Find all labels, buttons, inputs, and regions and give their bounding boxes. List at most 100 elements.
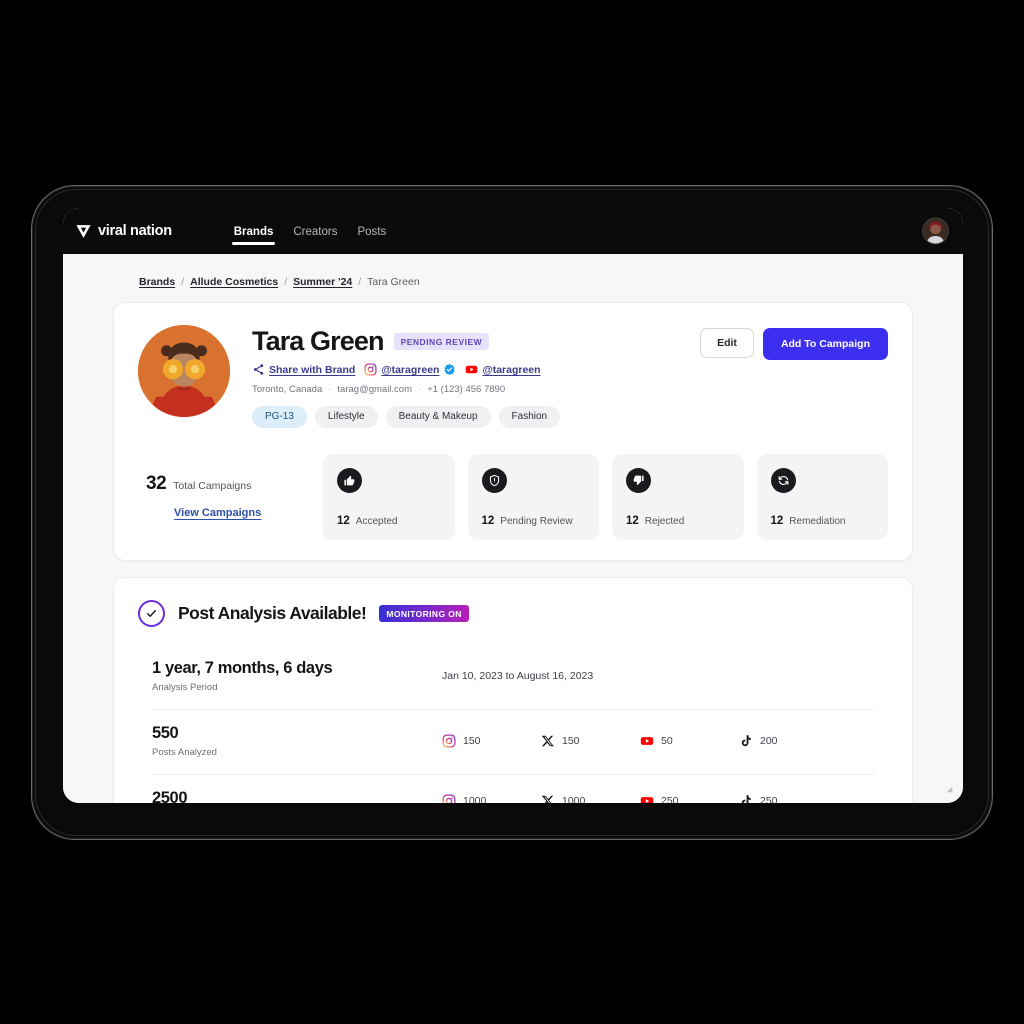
creator-profile-card: Tara Green PENDING REVIEW Share with Bra…: [113, 302, 913, 562]
edit-button[interactable]: Edit: [700, 328, 754, 358]
analysis-period-value: 1 year, 7 months, 6 days: [152, 659, 333, 678]
analysis-row-left: 1 year, 7 months, 6 days Analysis Period: [152, 659, 442, 693]
tablet-device-frame: viral nation Brands Creators Posts Brand…: [31, 185, 993, 840]
nav-tabs: Brands Creators Posts: [231, 208, 386, 254]
thumbs-up-icon: [344, 475, 355, 486]
user-avatar-image: [923, 218, 948, 244]
stat-bottom: 12 Pending Review: [482, 515, 586, 527]
analysis-date-range: Jan 10, 2023 to August 16, 2023: [442, 670, 594, 683]
profile-info: Tara Green PENDING REVIEW Share with Bra…: [252, 325, 678, 429]
stat-label-remediation: Remediation: [789, 516, 846, 528]
platform-x-twitter: 150: [541, 734, 640, 748]
meta-separator: ·: [418, 384, 422, 396]
profile-actions: Edit Add To Campaign: [700, 325, 888, 428]
stat-icon-wrap: [337, 468, 362, 494]
platform-tiktok: 200: [739, 734, 838, 748]
stat-count-remediation: 12: [770, 515, 784, 528]
meta-separator: ·: [328, 384, 332, 396]
brand-logo[interactable]: viral nation: [75, 223, 172, 240]
post-analysis-header: Post Analysis Available! MONITORING ON: [138, 600, 888, 628]
user-avatar[interactable]: [922, 217, 949, 245]
social-links-row: Share with Brand @taragreen @taragreen: [252, 363, 678, 376]
total-campaigns-count: 32: [146, 473, 167, 495]
posts-analyzed-value: 550: [152, 724, 179, 743]
x-twitter-icon: [541, 736, 554, 747]
stat-bottom: 12 Rejected: [626, 515, 730, 527]
stat-count-rejected: 12: [626, 515, 639, 528]
engagements-value: 2500: [152, 789, 188, 803]
share-with-brand-label: Share with Brand: [269, 363, 356, 376]
platform-count-x: 1000: [562, 794, 586, 803]
share-with-brand-link[interactable]: Share with Brand: [252, 363, 355, 376]
platform-count-instagram: 150: [463, 735, 481, 748]
platform-instagram: 1000: [442, 794, 541, 803]
creator-photo-image: [138, 325, 230, 417]
share-nodes-icon: [253, 364, 264, 376]
platform-breakdown: 1000 1000 250 250: [442, 794, 874, 803]
contact-meta-row: Toronto, Canada · tarag@gmail.com · +1 (…: [252, 384, 678, 395]
tag-chip-beauty-makeup[interactable]: Beauty & Makeup: [385, 406, 491, 429]
tag-chip-pg13[interactable]: PG-13: [252, 406, 307, 429]
platform-count-tiktok: 250: [760, 794, 778, 803]
youtube-handle-label: @taragreen: [482, 363, 541, 376]
nav-tab-brands[interactable]: Brands: [231, 212, 275, 251]
analysis-row-engagements: 2500 1000 1000 250 250: [152, 775, 874, 803]
campaign-stats-row: 32 Total Campaigns View Campaigns 12 Acc…: [138, 454, 888, 541]
youtube-icon: [466, 366, 478, 374]
breadcrumb-separator: /: [358, 276, 362, 288]
stat-count-pending-review: 12: [481, 515, 495, 528]
analysis-row-left: 2500: [152, 789, 442, 803]
stat-icon-wrap: [626, 468, 651, 494]
stat-label-pending-review: Pending Review: [500, 516, 573, 528]
tiktok-icon: [741, 735, 751, 747]
profile-header: Tara Green PENDING REVIEW Share with Bra…: [138, 325, 888, 429]
resize-handle-icon[interactable]: [946, 786, 953, 793]
add-to-campaign-button[interactable]: Add To Campaign: [762, 328, 888, 360]
stat-label-accepted: Accepted: [355, 516, 398, 528]
total-campaigns-label: Total Campaigns: [173, 480, 252, 493]
tag-chip-lifestyle[interactable]: Lifestyle: [314, 406, 378, 429]
breadcrumb-item-brands[interactable]: Brands: [139, 276, 175, 288]
breadcrumb-separator: /: [181, 276, 185, 288]
breadcrumb-item-allude-cosmetics[interactable]: Allude Cosmetics: [190, 276, 278, 288]
analysis-row-posts-analyzed: 550 Posts Analyzed 150 150 50 200: [152, 710, 874, 776]
stat-card-pending-review[interactable]: 12 Pending Review: [467, 454, 599, 541]
tablet-screen: viral nation Brands Creators Posts Brand…: [63, 208, 963, 803]
name-row: Tara Green PENDING REVIEW: [252, 327, 678, 355]
platform-count-youtube: 250: [661, 794, 679, 803]
analysis-row-period: 1 year, 7 months, 6 days Analysis Period…: [152, 645, 874, 711]
analysis-row-left: 550 Posts Analyzed: [152, 724, 442, 758]
thumbs-down-icon: [633, 475, 644, 486]
check-mark-icon: [147, 610, 156, 618]
post-analysis-title: Post Analysis Available!: [178, 603, 367, 624]
youtube-handle-link[interactable]: @taragreen: [465, 363, 541, 376]
creator-tags-row: PG-13 Lifestyle Beauty & Makeup Fashion: [252, 406, 678, 429]
stat-bottom: 12 Remediation: [771, 515, 875, 527]
platform-x-twitter: 1000: [541, 794, 640, 803]
breadcrumb-separator: /: [284, 276, 288, 288]
platform-count-tiktok: 200: [760, 735, 778, 748]
refresh-icon: [778, 476, 788, 486]
verified-badge-icon: [444, 364, 456, 376]
youtube-icon: [640, 737, 654, 746]
stat-card-accepted[interactable]: 12 Accepted: [323, 454, 455, 541]
creator-email: tarag@gmail.com: [337, 384, 413, 396]
stat-card-remediation[interactable]: 12 Remediation: [756, 454, 888, 541]
instagram-handle-link[interactable]: @taragreen: [364, 363, 456, 376]
platform-tiktok: 250: [739, 794, 838, 803]
stat-card-rejected[interactable]: 12 Rejected: [612, 454, 744, 541]
tag-chip-fashion[interactable]: Fashion: [498, 406, 561, 429]
nav-tab-creators[interactable]: Creators: [293, 212, 337, 251]
creator-location: Toronto, Canada: [252, 384, 323, 396]
breadcrumb-item-current: Tara Green: [367, 276, 420, 288]
instagram-handle-label: @taragreen: [381, 363, 440, 376]
creator-photo-orange[interactable]: [138, 325, 230, 417]
posts-analyzed-label: Posts Analyzed: [152, 747, 217, 759]
page-content: Brands / Allude Cosmetics / Summer '24 /…: [63, 254, 963, 803]
monitoring-status-badge: MONITORING ON: [379, 605, 469, 623]
total-campaigns-line: 32 Total Campaigns: [146, 473, 310, 495]
platform-youtube: 250: [640, 794, 739, 803]
nav-tab-posts[interactable]: Posts: [357, 212, 386, 251]
breadcrumb-item-summer-24[interactable]: Summer '24: [293, 276, 352, 288]
view-campaigns-link[interactable]: View Campaigns: [174, 507, 261, 519]
